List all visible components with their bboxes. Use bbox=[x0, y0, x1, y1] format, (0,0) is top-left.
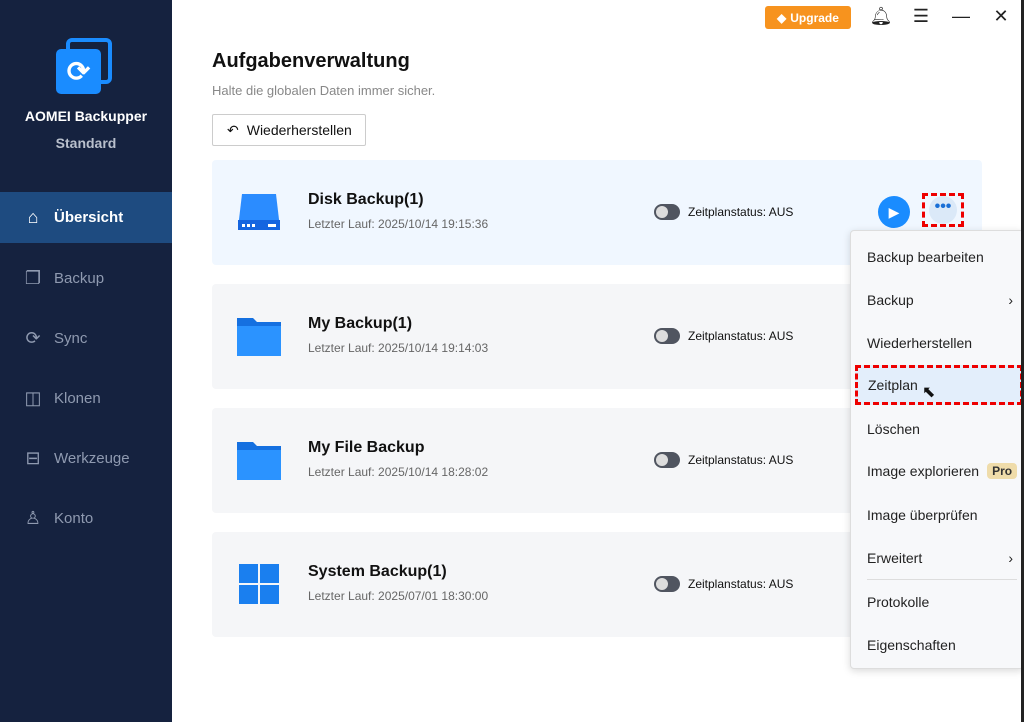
schedule-status: Zeitplanstatus: AUS bbox=[688, 453, 794, 467]
task-last-run: Letzter Lauf: 2025/10/14 19:14:03 bbox=[308, 341, 489, 355]
nav-label: Werkzeuge bbox=[54, 450, 130, 467]
home-icon: ⌂ bbox=[27, 207, 39, 227]
sidebar: ⟳ AOMEI Backupper Standard ⌂ Übersicht ❐ B… bbox=[0, 0, 172, 722]
menu-item-restore[interactable]: Wiederherstellen bbox=[851, 324, 1023, 362]
sidebar-item-account[interactable]: ♙ Konto bbox=[0, 493, 172, 544]
chevron-right-icon: › bbox=[1008, 292, 1013, 308]
menu-label: Image explorieren bbox=[867, 463, 980, 479]
nav-label: Klonen bbox=[54, 390, 101, 407]
menu-item-edit-backup[interactable]: Backup bearbeiten bbox=[851, 238, 1023, 276]
schedule-status: Zeitplanstatus: AUS bbox=[688, 577, 794, 591]
schedule-toggle[interactable] bbox=[654, 204, 680, 220]
app-edition: Standard bbox=[55, 135, 117, 151]
task-last-run: Letzter Lauf: 2025/10/14 18:28:02 bbox=[308, 465, 489, 479]
nav-label: Konto bbox=[54, 510, 94, 527]
backup-icon: ❐ bbox=[24, 268, 42, 288]
task-title: System Backup(1) bbox=[308, 563, 447, 580]
sync-icon: ⟳ bbox=[25, 328, 41, 348]
menu-label: Erweitert bbox=[867, 550, 923, 566]
bell-icon[interactable]: 🔔︎ bbox=[869, 6, 893, 27]
page-title: Aufgabenverwaltung bbox=[212, 50, 410, 72]
ellipsis-icon: ••• bbox=[929, 196, 957, 224]
nav-label: Sync bbox=[54, 330, 88, 347]
chevron-right-icon: › bbox=[1008, 550, 1013, 566]
schedule-status: Zeitplanstatus: AUS bbox=[688, 205, 794, 219]
task-title: My File Backup bbox=[308, 439, 425, 456]
upgrade-label: Upgrade bbox=[790, 10, 839, 25]
task-title: Disk Backup(1) bbox=[308, 191, 424, 208]
clone-icon: ◫ bbox=[24, 388, 42, 408]
menu-item-logs[interactable]: Protokolle bbox=[851, 583, 1023, 621]
menu-label: Backup bearbeiten bbox=[867, 249, 984, 265]
undo-icon: ↶ bbox=[227, 121, 239, 138]
schedule-toggle[interactable] bbox=[654, 452, 680, 468]
minimize-icon[interactable]: — bbox=[949, 6, 973, 27]
menu-icon[interactable]: ☰ bbox=[909, 6, 933, 27]
menu-item-check-image[interactable]: Image überprüfen bbox=[851, 496, 1023, 534]
menu-label: Image überprüfen bbox=[867, 507, 978, 523]
menu-divider bbox=[867, 579, 1017, 580]
context-menu: Backup bearbeiten Backup › Wiederherstell… bbox=[850, 230, 1024, 669]
menu-label: Löschen bbox=[867, 421, 920, 437]
schedule-toggle[interactable] bbox=[654, 328, 680, 344]
more-options-button[interactable]: ••• bbox=[922, 193, 964, 227]
task-last-run: Letzter Lauf: 2025/07/01 18:30:00 bbox=[308, 589, 489, 603]
page-subtitle: Halte die globalen Daten immer sicher. bbox=[212, 83, 436, 98]
schedule-status: Zeitplanstatus: AUS bbox=[688, 329, 794, 343]
menu-label: Wiederherstellen bbox=[867, 335, 973, 351]
schedule-toggle[interactable] bbox=[654, 576, 680, 592]
folder-icon bbox=[237, 318, 281, 356]
task-title: My Backup(1) bbox=[308, 315, 413, 332]
menu-item-explore-image[interactable]: Image explorieren Pro bbox=[851, 452, 1023, 490]
nav-label: Backup bbox=[54, 270, 105, 287]
menu-label: Eigenschaften bbox=[867, 637, 956, 653]
upgrade-button[interactable]: ◆ Upgrade bbox=[765, 6, 851, 29]
sidebar-item-overview[interactable]: ⌂ Übersicht bbox=[0, 192, 172, 243]
menu-label: Backup bbox=[867, 292, 914, 308]
menu-item-schedule[interactable]: Zeitplan bbox=[855, 365, 1023, 405]
restore-button[interactable]: ↶ Wiederherstellen bbox=[212, 114, 366, 146]
menu-item-advanced[interactable]: Erweitert › bbox=[851, 539, 1023, 577]
app-name: AOMEI Backupper bbox=[24, 108, 148, 124]
menu-item-backup[interactable]: Backup › bbox=[851, 281, 1023, 319]
menu-label: Protokolle bbox=[867, 594, 930, 610]
disk-icon bbox=[238, 194, 280, 230]
toolbox-icon: ⊟ bbox=[25, 448, 41, 468]
restore-label: Wiederherstellen bbox=[246, 122, 352, 138]
folder-icon bbox=[237, 442, 281, 480]
diamond-icon: ◆ bbox=[777, 10, 787, 25]
nav-label: Übersicht bbox=[54, 209, 124, 226]
menu-label: Zeitplan bbox=[868, 377, 918, 393]
menu-item-properties[interactable]: Eigenschaften bbox=[851, 626, 1023, 664]
sidebar-item-sync[interactable]: ⟳ Sync bbox=[0, 313, 172, 364]
menu-item-delete[interactable]: Löschen bbox=[851, 410, 1023, 448]
sidebar-item-backup[interactable]: ❐ Backup bbox=[0, 253, 172, 304]
sidebar-item-tools[interactable]: ⊟ Werkzeuge bbox=[0, 433, 172, 484]
run-button[interactable]: ▶ bbox=[878, 196, 910, 228]
windows-icon bbox=[239, 564, 279, 604]
task-last-run: Letzter Lauf: 2025/10/14 19:15:36 bbox=[308, 217, 489, 231]
user-icon: ♙ bbox=[24, 508, 42, 528]
app-logo: ⟳ bbox=[56, 38, 116, 98]
sidebar-item-clone[interactable]: ◫ Klonen bbox=[0, 373, 172, 424]
pro-badge: Pro bbox=[987, 463, 1018, 479]
close-icon[interactable]: ✕ bbox=[989, 6, 1013, 27]
mouse-cursor-icon: ⬉ bbox=[922, 384, 936, 401]
